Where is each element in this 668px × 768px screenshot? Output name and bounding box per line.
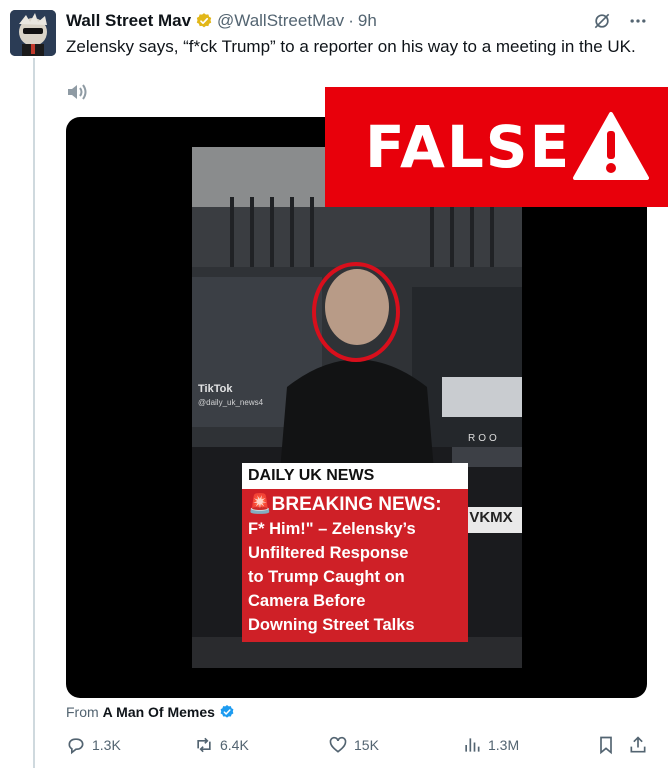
more-icon[interactable] [628, 11, 648, 36]
views-count: 1.3M [488, 737, 520, 753]
views-button[interactable]: 1.3M [462, 735, 519, 755]
headline-line: to Trump Caught on [248, 568, 405, 586]
tweet-header: Wall Street Mav @WallStreetMav · 9h [66, 10, 377, 32]
avatar-image [10, 10, 56, 56]
news-banner-label: DAILY UK NEWS [242, 463, 468, 489]
video-frame: TikTok @daily_uk_news4 VKMX ROO DAILY UK… [192, 147, 522, 668]
reply-count: 1.3K [92, 737, 121, 753]
repost-icon [197, 737, 211, 753]
share-icon [630, 736, 646, 753]
like-icon [329, 736, 347, 753]
avatar[interactable] [10, 10, 56, 56]
share-button[interactable] [628, 735, 648, 755]
headline-line: Camera Before [248, 592, 366, 610]
tiktok-user: @daily_uk_news4 [198, 398, 264, 407]
thread-line [33, 58, 35, 768]
speaker-icon[interactable] [66, 82, 88, 102]
tweet-top-actions [592, 11, 648, 36]
false-label: FALSE [365, 113, 572, 181]
repost-count: 6.4K [220, 737, 249, 753]
views-icon [465, 738, 480, 752]
news-headline: 🚨BREAKING NEWS: F* Him!" – Zelensky’s Un… [242, 489, 468, 642]
tiktok-watermark: TikTok [198, 383, 233, 395]
verified-badge-icon [195, 12, 213, 30]
car-badge: ROO [468, 433, 500, 444]
reply-button[interactable]: 1.3K [66, 735, 121, 755]
repost-button[interactable]: 6.4K [194, 735, 249, 755]
false-rating-banner: FALSE [325, 87, 668, 207]
headline-line: Unfiltered Response [248, 544, 409, 562]
media-attribution: From A Man Of Memes [66, 704, 235, 720]
like-button[interactable]: 15K [328, 735, 379, 755]
grok-icon[interactable] [592, 11, 612, 36]
author-handle[interactable]: @WallStreetMav [217, 11, 344, 31]
author-name[interactable]: Wall Street Mav [66, 11, 191, 31]
tweet-time[interactable]: 9h [358, 11, 377, 31]
warning-icon [573, 112, 649, 180]
headline-line: F* Him!" – Zelensky’s [248, 520, 416, 538]
attribution-source[interactable]: A Man Of Memes [103, 704, 215, 720]
news-overlay: DAILY UK NEWS 🚨BREAKING NEWS: F* Him!" –… [242, 463, 468, 642]
separator-dot: · [348, 11, 354, 30]
tweet-actions: 1.3K 6.4K 15K 1.3M [66, 735, 656, 759]
tweet-text: Zelensky says, “f*ck Trump” to a reporte… [66, 37, 636, 56]
license-plate: VKMX [469, 509, 513, 526]
verified-blue-icon [219, 704, 235, 720]
attribution-prefix: From [66, 704, 99, 720]
bookmark-button[interactable] [596, 735, 616, 755]
reply-icon [68, 738, 84, 755]
bookmark-icon [600, 736, 612, 755]
headline-line: 🚨BREAKING NEWS: [248, 494, 442, 515]
like-count: 15K [354, 737, 379, 753]
headline-line: Downing Street Talks [248, 616, 415, 634]
